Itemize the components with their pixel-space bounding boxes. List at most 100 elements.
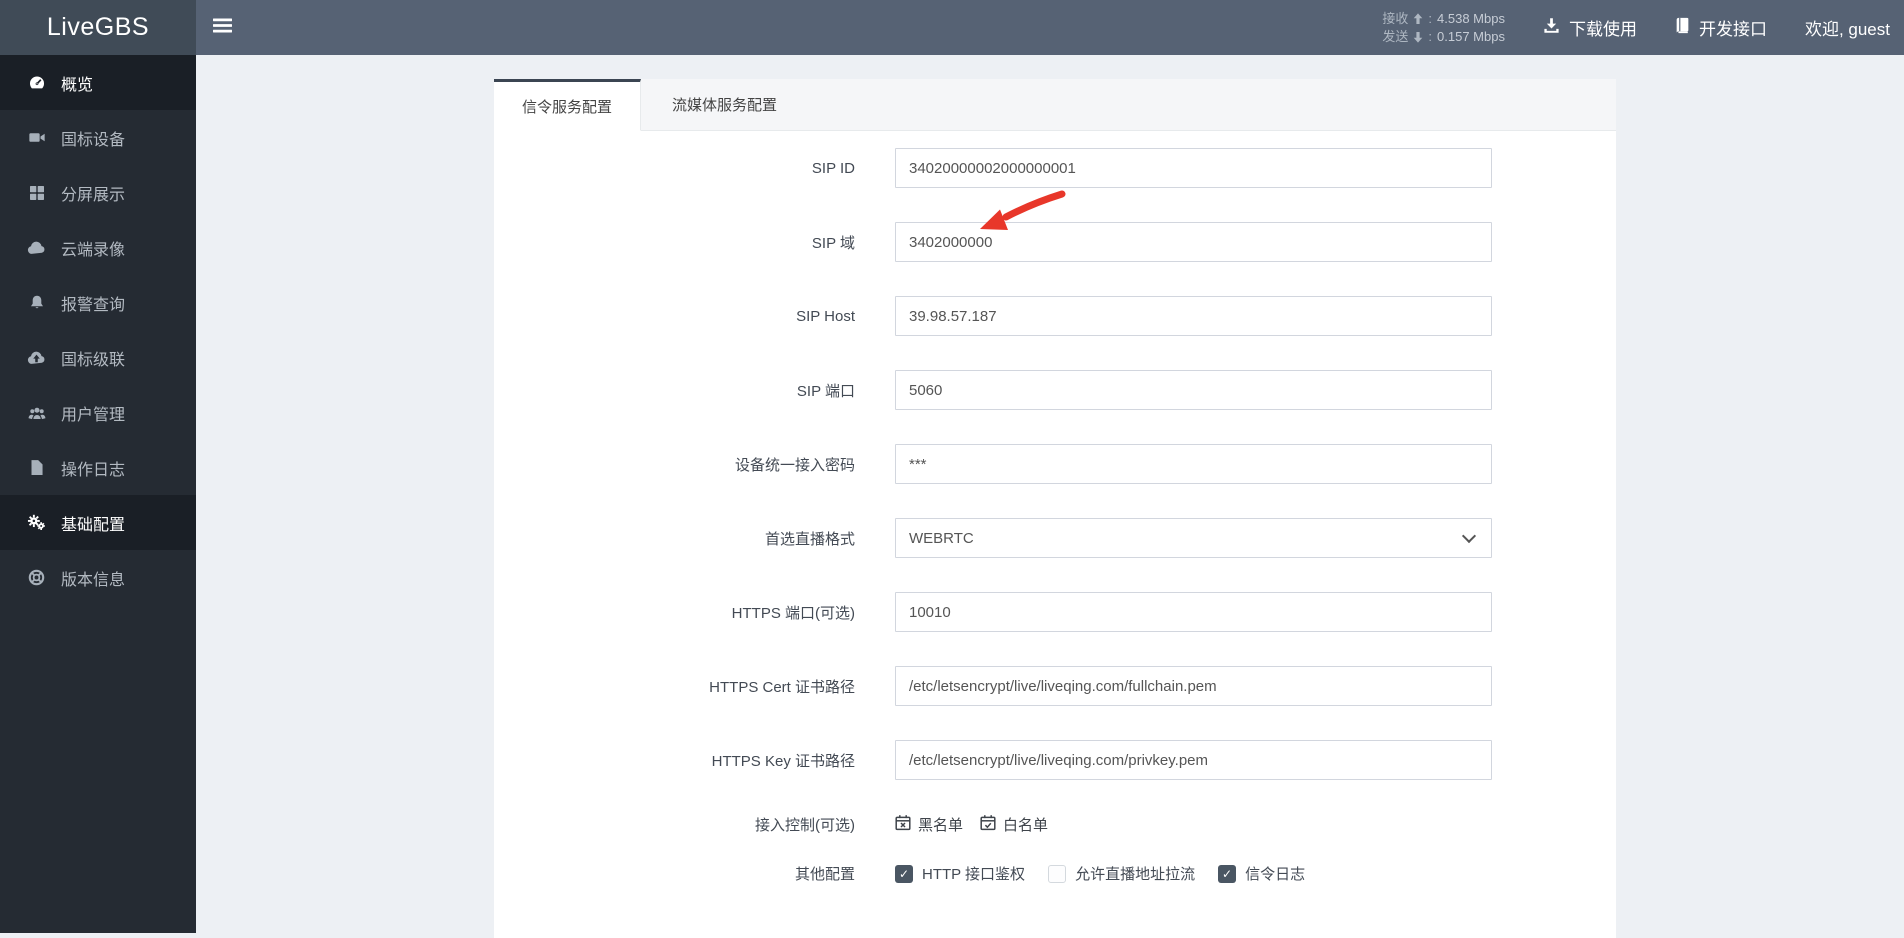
device-access-password-label: 设备统一接入密码 xyxy=(734,456,855,474)
gears-icon xyxy=(26,514,47,531)
https-port-label: HTTPS 端口(可选) xyxy=(731,604,855,622)
sidebar-item-label: 云端录像 xyxy=(61,241,126,259)
sidebar-item-label: 操作日志 xyxy=(61,461,126,479)
life-ring-icon xyxy=(26,569,47,586)
header-right-group: 接收 : 4.538 Mbps 发送 : 0.157 Mbps 下载使用 开发接… xyxy=(1382,0,1890,55)
file-icon xyxy=(26,459,47,476)
allow-pull-live-checkbox[interactable]: 允许直播地址拉流 xyxy=(1048,863,1195,884)
blacklist-link[interactable]: 黑名单 xyxy=(895,814,963,835)
send-label: 发送 xyxy=(1382,29,1409,44)
sidebar-item-label: 报警查询 xyxy=(61,296,126,314)
sidebar-item-alarm-query[interactable]: 报警查询 xyxy=(0,275,196,330)
form-row: HTTPS Cert 证书路径 xyxy=(494,666,1616,706)
arrow-up-icon xyxy=(1413,12,1423,25)
sidebar-item-user-management[interactable]: 用户管理 xyxy=(0,385,196,440)
receive-rate: 接收 : 4.538 Mbps xyxy=(1382,11,1505,26)
sip-port-label: SIP 端口 xyxy=(796,382,855,400)
http-api-auth-checkbox[interactable]: ✓ HTTP 接口鉴权 xyxy=(895,863,1025,884)
send-rate: 发送 : 0.157 Mbps xyxy=(1382,29,1505,44)
download-icon xyxy=(1543,17,1560,39)
sidebar-nav: 概览国标设备分屏展示云端录像报警查询国标级联用户管理操作日志基础配置版本信息 xyxy=(0,55,196,933)
sidebar-item-label: 概览 xyxy=(61,76,94,94)
sidebar-item-gb-cascade[interactable]: 国标级联 xyxy=(0,330,196,385)
book-icon xyxy=(1675,17,1690,39)
sidebar-item-basic-config[interactable]: 基础配置 xyxy=(0,495,196,550)
sidebar-item-cloud-recording[interactable]: 云端录像 xyxy=(0,220,196,275)
tab-stream-config[interactable]: 流媒体服务配置 xyxy=(641,79,808,130)
receive-label: 接收 xyxy=(1382,11,1409,26)
calendar-times-icon xyxy=(895,814,911,835)
whitelist-link[interactable]: 白名单 xyxy=(980,814,1048,835)
other-config-checks: ✓ HTTP 接口鉴权 允许直播地址拉流 ✓ 信令日志 xyxy=(895,863,1492,884)
blacklist-label: 黑名单 xyxy=(918,817,964,834)
download-usage-label: 下载使用 xyxy=(1568,20,1637,39)
sidebar-item-label: 基础配置 xyxy=(61,516,126,534)
form-control-wrap xyxy=(895,148,1492,188)
dev-api-label: 开发接口 xyxy=(1698,20,1767,39)
signal-log-checkbox[interactable]: ✓ 信令日志 xyxy=(1218,863,1305,884)
top-header: LiveGBS 接收 : 4.538 Mbps 发送 : 0.157 Mbps xyxy=(0,0,1904,55)
sip-id-input[interactable] xyxy=(895,148,1492,188)
form-control-wrap xyxy=(895,740,1492,780)
checked-checkbox-icon: ✓ xyxy=(1218,864,1237,883)
https-cert-path-input[interactable] xyxy=(895,666,1492,706)
sidebar-item-label: 分屏展示 xyxy=(61,186,126,204)
sidebar-menu: 概览国标设备分屏展示云端录像报警查询国标级联用户管理操作日志基础配置版本信息 xyxy=(0,55,196,605)
dev-api-button[interactable]: 开发接口 xyxy=(1675,15,1767,40)
form-control-wrap xyxy=(895,296,1492,336)
welcome-user-label: 欢迎, guest xyxy=(1804,20,1890,39)
sidebar-item-label: 国标级联 xyxy=(61,351,126,369)
sip-port-input[interactable] xyxy=(895,370,1492,410)
unchecked-checkbox-icon xyxy=(1048,864,1067,883)
form-control-wrap xyxy=(895,592,1492,632)
http-api-auth-label: HTTP 接口鉴权 xyxy=(922,866,1026,883)
form-control-wrap: WEBRTC xyxy=(895,518,1492,558)
sidebar-item-overview[interactable]: 概览 xyxy=(0,55,196,110)
form-row: SIP ID xyxy=(494,148,1616,188)
arrow-down-icon xyxy=(1413,31,1423,43)
form-control-wrap xyxy=(895,222,1492,262)
download-usage-button[interactable]: 下载使用 xyxy=(1543,15,1637,40)
bell-icon xyxy=(26,294,47,311)
main-content: 信令服务配置流媒体服务配置 SIP ID SIP 域 SIP Host SIP 端口设… xyxy=(196,55,1904,938)
form-control-wrap xyxy=(895,444,1492,484)
sidebar-item-version-info[interactable]: 版本信息 xyxy=(0,550,196,605)
sidebar-item-label: 用户管理 xyxy=(61,406,126,424)
config-card: 信令服务配置流媒体服务配置 SIP ID SIP 域 SIP Host SIP 端口设… xyxy=(494,79,1616,938)
calendar-check-icon xyxy=(980,814,996,835)
tab-signal-config[interactable]: 信令服务配置 xyxy=(494,79,641,131)
form-row: SIP Host xyxy=(494,296,1616,336)
welcome-user-menu[interactable]: 欢迎, guest xyxy=(1805,15,1890,40)
app-logo[interactable]: LiveGBS xyxy=(0,0,196,55)
https-key-path-input[interactable] xyxy=(895,740,1492,780)
access-control-links: 黑名单 白名单 xyxy=(895,814,1492,835)
form-row: HTTPS Key 证书路径 xyxy=(494,740,1616,780)
sip-domain-label: SIP 域 xyxy=(811,234,855,252)
sidebar-item-label: 版本信息 xyxy=(61,571,126,589)
form-row: SIP 域 xyxy=(494,222,1616,262)
sidebar-item-gb-devices[interactable]: 国标设备 xyxy=(0,110,196,165)
allow-pull-live-label: 允许直播地址拉流 xyxy=(1075,866,1196,883)
separator: : xyxy=(1428,29,1433,44)
hamburger-icon xyxy=(213,18,232,38)
https-cert-path-label: HTTPS Cert 证书路径 xyxy=(709,678,855,696)
form-row: 首选直播格式 WEBRTC xyxy=(494,518,1616,558)
sip-domain-input[interactable] xyxy=(895,222,1492,262)
sidebar-item-split-screen[interactable]: 分屏展示 xyxy=(0,165,196,220)
config-tabs: 信令服务配置 流媒体服务配置 xyxy=(494,79,1616,131)
device-access-password-input[interactable] xyxy=(895,444,1492,484)
sidebar-item-label: 国标设备 xyxy=(61,131,126,149)
preferred-live-format-select[interactable]: WEBRTC xyxy=(895,518,1492,558)
signal-log-label: 信令日志 xyxy=(1245,866,1306,883)
access-control-row: 接入控制(可选) 黑名单 白名单 xyxy=(494,814,1616,835)
preferred-live-format-label: 首选直播格式 xyxy=(764,530,855,548)
https-port-input[interactable] xyxy=(895,592,1492,632)
signal-config-form: SIP ID SIP 域 SIP Host SIP 端口设备统一接入密码首选直播格式 W… xyxy=(494,131,1616,884)
grid-icon xyxy=(26,185,47,201)
hamburger-menu-button[interactable] xyxy=(213,0,232,55)
form-row: HTTPS 端口(可选) xyxy=(494,592,1616,632)
sidebar-item-operation-log[interactable]: 操作日志 xyxy=(0,440,196,495)
https-key-path-label: HTTPS Key 证书路径 xyxy=(711,752,855,770)
dashboard-icon xyxy=(26,74,47,91)
sip-host-input[interactable] xyxy=(895,296,1492,336)
